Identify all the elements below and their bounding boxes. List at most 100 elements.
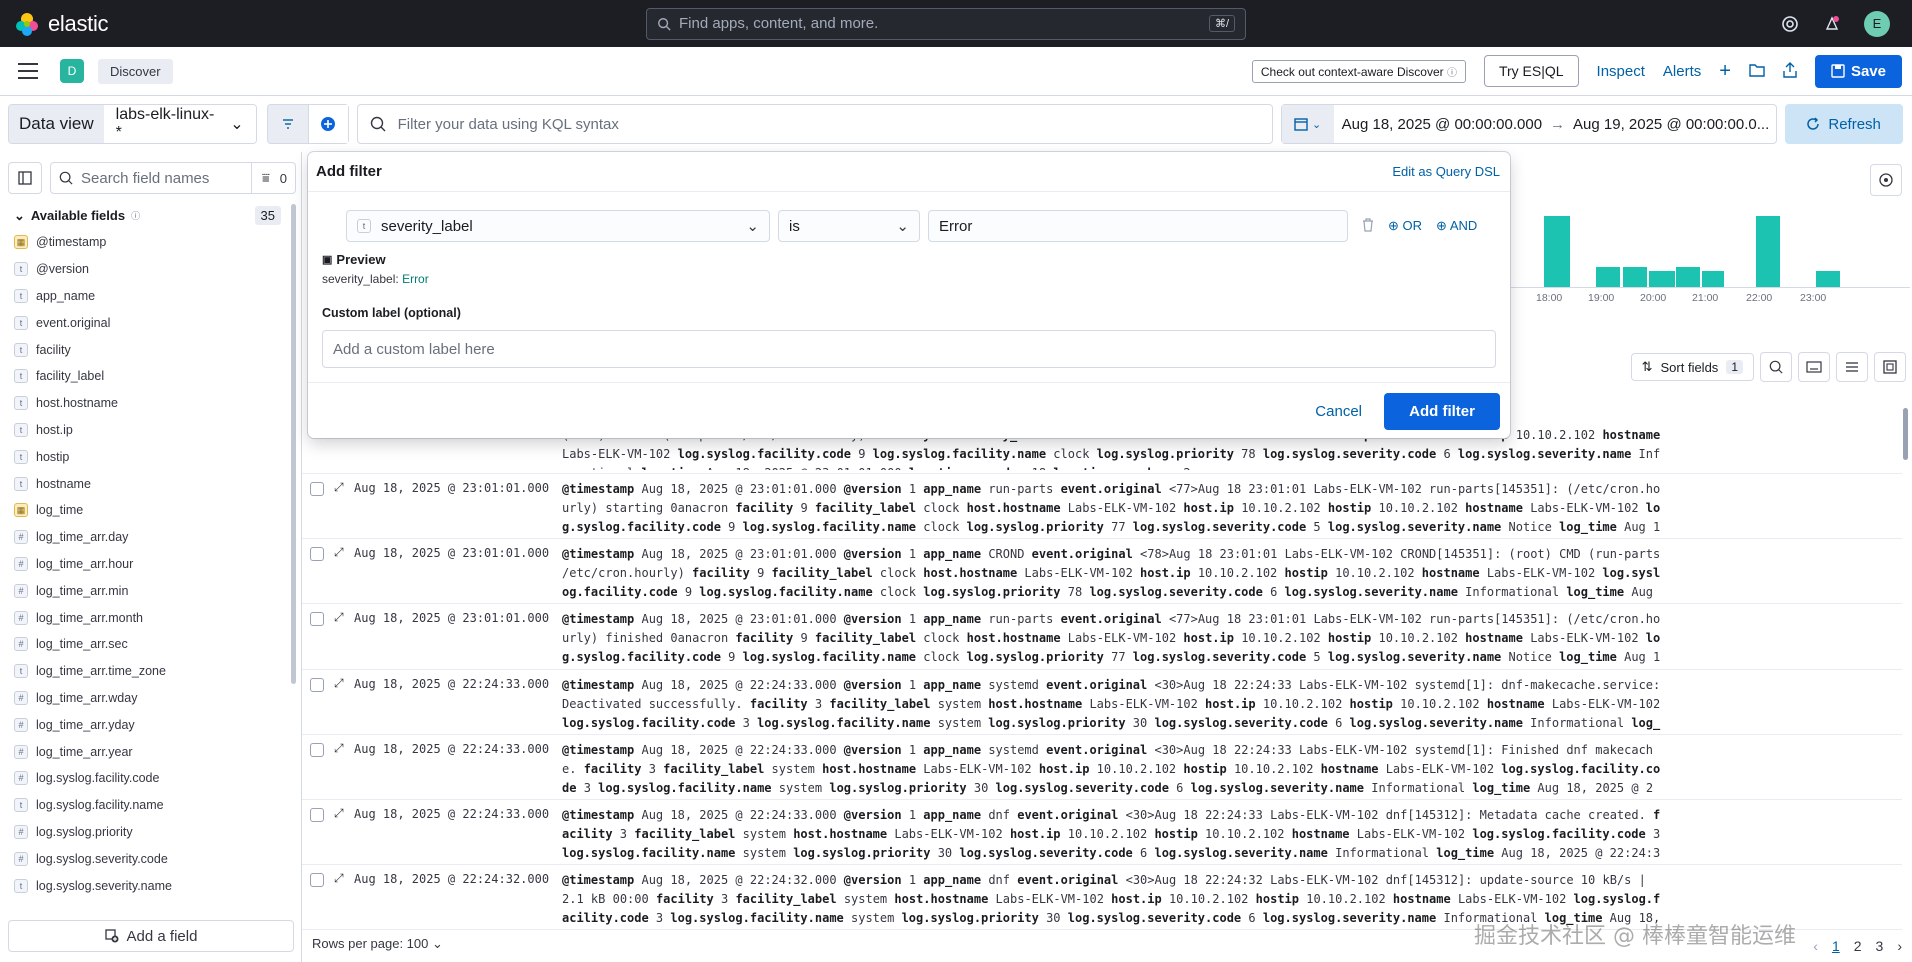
field-item[interactable]: # log.syslog.severity.code bbox=[0, 845, 301, 872]
field-type-filter[interactable]: ⩸ 0 bbox=[250, 163, 287, 193]
histogram-bar[interactable] bbox=[1676, 267, 1700, 287]
add-field-button[interactable]: Add a field bbox=[8, 920, 294, 952]
row-checkbox[interactable] bbox=[310, 547, 324, 562]
operator-select[interactable]: is ⌄ bbox=[778, 210, 920, 242]
field-select[interactable]: t severity_label ⌄ bbox=[346, 210, 770, 242]
cancel-button[interactable]: Cancel bbox=[1315, 403, 1362, 420]
row-checkbox[interactable] bbox=[310, 677, 324, 692]
field-item[interactable]: # log_time_arr.wday bbox=[0, 685, 301, 712]
expand-row-icon[interactable]: ⤢ bbox=[334, 545, 348, 603]
histogram-bar[interactable] bbox=[1756, 215, 1780, 287]
field-item[interactable]: t app_name bbox=[0, 283, 301, 310]
histogram-bar[interactable] bbox=[1623, 267, 1647, 287]
add-and-condition-button[interactable]: ⊕ AND bbox=[1436, 218, 1477, 234]
field-item[interactable]: # log_time_arr.year bbox=[0, 738, 301, 765]
row-checkbox[interactable] bbox=[310, 873, 324, 888]
help-icon[interactable] bbox=[1780, 14, 1800, 34]
table-row[interactable]: ⤢ Aug 18, 2025 @ 23:01:01.000 @timestamp A… bbox=[302, 604, 1902, 670]
expand-row-icon[interactable]: ⤢ bbox=[334, 610, 348, 668]
custom-label-input[interactable]: Add a custom label here bbox=[322, 330, 1496, 368]
add-filter-icon[interactable] bbox=[307, 105, 348, 143]
breadcrumb-discover[interactable]: Discover bbox=[98, 58, 173, 84]
expand-row-icon[interactable]: ⤢ bbox=[334, 871, 348, 929]
field-item[interactable]: # log_time_arr.day bbox=[0, 524, 301, 551]
field-item[interactable]: ▦ log_time bbox=[0, 497, 301, 524]
calendar-icon[interactable]: ⌄ bbox=[1281, 105, 1334, 143]
field-item[interactable]: # log.syslog.priority bbox=[0, 819, 301, 846]
histogram-bar[interactable] bbox=[1544, 215, 1570, 287]
histogram-bar[interactable] bbox=[1702, 271, 1724, 287]
edit-as-query-dsl-link[interactable]: Edit as Query DSL bbox=[1392, 164, 1500, 179]
add-or-condition-button[interactable]: ⊕ OR bbox=[1388, 218, 1422, 234]
user-avatar[interactable]: E bbox=[1864, 10, 1890, 37]
kql-query-input[interactable]: Filter your data using KQL syntax bbox=[356, 104, 1273, 144]
field-item[interactable]: t host.hostname bbox=[0, 390, 301, 417]
field-item[interactable]: t event.original bbox=[0, 309, 301, 336]
field-item[interactable]: t hostip bbox=[0, 443, 301, 470]
field-item[interactable]: t @version bbox=[0, 256, 301, 283]
page-link[interactable]: 2 bbox=[1854, 938, 1862, 954]
date-start[interactable]: Aug 18, 2025 @ 00:00:00.000 bbox=[1342, 116, 1542, 133]
date-picker[interactable]: ⌄ Aug 18, 2025 @ 00:00:00.000 → Aug 19, … bbox=[1280, 104, 1777, 144]
expand-row-icon[interactable]: ⤢ bbox=[334, 741, 348, 799]
inspect-link[interactable]: Inspect bbox=[1597, 63, 1645, 80]
try-esql-button[interactable]: Try ES|QL bbox=[1483, 55, 1579, 87]
global-search-input[interactable]: Find apps, content, and more. ⌘/ bbox=[646, 7, 1246, 40]
field-search-input[interactable]: Search field names ⩸ 0 bbox=[50, 162, 296, 194]
search-icon[interactable] bbox=[1760, 352, 1792, 382]
field-item[interactable]: t facility_label bbox=[0, 363, 301, 390]
field-item[interactable]: # log_time_arr.sec bbox=[0, 631, 301, 658]
collapse-sidebar-button[interactable] bbox=[8, 162, 42, 194]
histogram-bars[interactable] bbox=[1510, 208, 1910, 288]
data-view-picker[interactable]: Data view labs-elk-linux-* ⌄ bbox=[8, 104, 257, 144]
open-folder-icon[interactable] bbox=[1749, 63, 1765, 80]
table-row[interactable]: ⤢ Aug 18, 2025 @ 22:24:33.000 @timestamp A… bbox=[302, 735, 1902, 800]
field-item[interactable]: # log.syslog.facility.code bbox=[0, 765, 301, 792]
table-row[interactable]: ⤢ Aug 18, 2025 @ 23:01:01.000 @timestamp A… bbox=[302, 539, 1902, 605]
page-link[interactable]: 3 bbox=[1876, 938, 1884, 954]
page-link[interactable]: 1 bbox=[1832, 938, 1840, 954]
table-scrollbar[interactable] bbox=[1903, 408, 1908, 460]
field-item[interactable]: # log_time_arr.month bbox=[0, 604, 301, 631]
alerts-link[interactable]: Alerts bbox=[1663, 63, 1701, 80]
context-aware-discover-badge[interactable]: Check out context-aware Discover ⓘ bbox=[1251, 59, 1466, 83]
histogram-bar[interactable] bbox=[1596, 267, 1620, 287]
expand-row-icon[interactable]: ⤢ bbox=[334, 480, 348, 538]
row-checkbox[interactable] bbox=[310, 482, 324, 496]
field-item[interactable]: ▦ @timestamp bbox=[0, 229, 301, 256]
share-icon[interactable] bbox=[1783, 61, 1797, 81]
field-item[interactable]: t facility bbox=[0, 336, 301, 363]
expand-row-icon[interactable]: ⤢ bbox=[334, 806, 348, 864]
sort-fields-button[interactable]: ⇅ Sort fields 1 bbox=[1630, 353, 1754, 381]
field-item[interactable]: # log_time_arr.hour bbox=[0, 551, 301, 578]
menu-icon[interactable] bbox=[18, 63, 38, 79]
save-button[interactable]: Save bbox=[1814, 54, 1902, 88]
filter-menu-icon[interactable] bbox=[268, 105, 308, 143]
next-page-icon[interactable]: › bbox=[1897, 938, 1902, 954]
field-item[interactable]: t host.ip bbox=[0, 417, 301, 444]
histogram-bar[interactable] bbox=[1649, 271, 1675, 287]
add-filter-button[interactable]: Add filter bbox=[1384, 393, 1500, 430]
elastic-logo[interactable]: elastic bbox=[14, 11, 646, 37]
field-item[interactable]: t log.syslog.facility.name bbox=[0, 792, 301, 819]
news-feed-icon[interactable] bbox=[1822, 14, 1842, 34]
keyboard-icon[interactable] bbox=[1798, 352, 1830, 382]
expand-row-icon[interactable]: ⤢ bbox=[334, 676, 348, 734]
date-end[interactable]: Aug 19, 2025 @ 00:00:00.0... bbox=[1573, 116, 1769, 133]
row-checkbox[interactable] bbox=[310, 807, 324, 822]
data-view-select[interactable]: labs-elk-linux-* ⌄ bbox=[103, 105, 256, 143]
row-checkbox[interactable] bbox=[310, 612, 324, 627]
space-badge[interactable]: D bbox=[60, 59, 84, 83]
field-item[interactable]: # log_time_arr.yday bbox=[0, 711, 301, 738]
chart-options-icon[interactable] bbox=[1870, 164, 1902, 196]
table-row[interactable]: ⤢ Aug 18, 2025 @ 22:24:33.000 @timestamp A… bbox=[302, 800, 1902, 866]
field-item[interactable]: t log_time_arr.time_zone bbox=[0, 658, 301, 685]
table-row[interactable]: ⤢ Aug 18, 2025 @ 22:24:33.000 @timestamp A… bbox=[302, 670, 1902, 735]
available-fields-header[interactable]: ⌄ Available fields ⓘ 35 bbox=[14, 206, 301, 225]
delete-condition-icon[interactable] bbox=[1362, 217, 1374, 235]
new-icon[interactable]: + bbox=[1719, 60, 1731, 83]
field-item[interactable]: t log.syslog.severity.name bbox=[0, 872, 301, 899]
rows-per-page-select[interactable]: Rows per page: 100 ⌄ bbox=[312, 936, 443, 952]
refresh-button[interactable]: Refresh bbox=[1784, 104, 1903, 144]
preview-toggle[interactable]: ▣ Preview bbox=[322, 252, 386, 267]
